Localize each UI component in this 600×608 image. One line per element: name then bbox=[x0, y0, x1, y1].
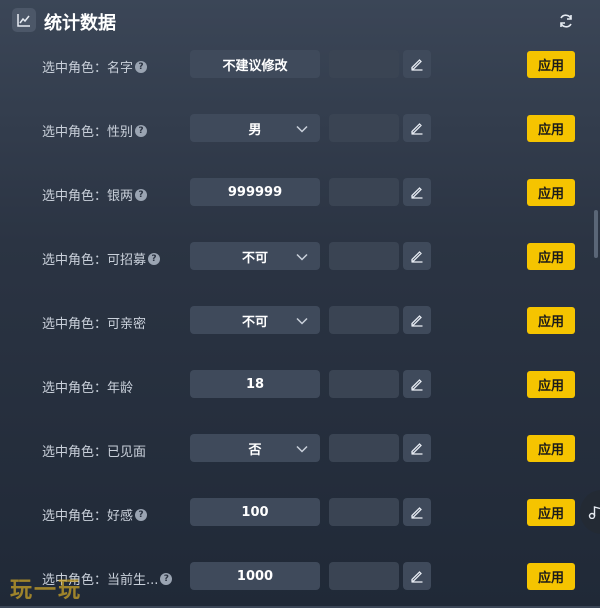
help-icon[interactable]: ? bbox=[160, 572, 173, 585]
edit-icon[interactable] bbox=[403, 434, 431, 462]
new-value-input[interactable] bbox=[329, 178, 399, 206]
help-icon[interactable]: ? bbox=[148, 252, 161, 265]
apply-button[interactable]: 应用 bbox=[527, 51, 575, 78]
apply-button[interactable]: 应用 bbox=[527, 243, 575, 270]
value-field[interactable]: 100 bbox=[190, 498, 320, 526]
setting-label: 选中角色：已见面 bbox=[42, 441, 146, 460]
setting-label-text: 选中角色：好感 bbox=[42, 509, 134, 524]
new-value-input[interactable] bbox=[329, 50, 399, 78]
edit-icon[interactable] bbox=[403, 562, 431, 590]
new-value-input[interactable] bbox=[329, 434, 399, 462]
setting-row: 选中角色：当前生...? 1000 应用 bbox=[0, 544, 600, 608]
setting-label: 选中角色：年龄 bbox=[42, 377, 133, 396]
apply-button[interactable]: 应用 bbox=[527, 435, 575, 462]
apply-button[interactable]: 应用 bbox=[527, 115, 575, 142]
help-icon[interactable]: ? bbox=[135, 60, 148, 73]
setting-row: 选中角色：好感? 100 应用 bbox=[0, 480, 600, 544]
setting-row: 选中角色：名字? 不建议修改 应用 bbox=[0, 32, 600, 96]
setting-row: 选中角色：可亲密 不可 应用 bbox=[0, 288, 600, 352]
apply-button[interactable]: 应用 bbox=[527, 179, 575, 206]
apply-button[interactable]: 应用 bbox=[527, 371, 575, 398]
edit-icon[interactable] bbox=[403, 50, 431, 78]
refresh-icon[interactable] bbox=[554, 9, 578, 33]
value-field[interactable]: 18 bbox=[190, 370, 320, 398]
edit-icon[interactable] bbox=[403, 242, 431, 270]
new-value-input[interactable] bbox=[329, 498, 399, 526]
music-icon bbox=[588, 506, 600, 519]
value-select[interactable]: 不可 bbox=[190, 242, 320, 270]
new-value-input[interactable] bbox=[329, 242, 399, 270]
setting-row: 选中角色：已见面 否 应用 bbox=[0, 416, 600, 480]
apply-button[interactable]: 应用 bbox=[527, 499, 575, 526]
value-select[interactable]: 不可 bbox=[190, 306, 320, 334]
new-value-input[interactable] bbox=[329, 114, 399, 142]
setting-label: 选中角色：可招募? bbox=[42, 249, 161, 268]
new-value-input[interactable] bbox=[329, 562, 399, 590]
edit-icon[interactable] bbox=[403, 498, 431, 526]
chevron-down-icon bbox=[296, 443, 308, 458]
edit-icon[interactable] bbox=[403, 306, 431, 334]
edit-icon[interactable] bbox=[403, 178, 431, 206]
value-select[interactable]: 男 bbox=[190, 114, 320, 142]
setting-row: 选中角色：年龄 18 应用 bbox=[0, 352, 600, 416]
apply-button[interactable]: 应用 bbox=[527, 563, 575, 590]
setting-label: 选中角色：好感? bbox=[42, 505, 148, 524]
setting-row: 选中角色：银两? 999999 应用 bbox=[0, 160, 600, 224]
watermark-logo: 玩一玩 bbox=[10, 578, 83, 603]
setting-label: 选中角色：银两? bbox=[42, 185, 148, 204]
setting-label: 选中角色：性别? bbox=[42, 121, 148, 140]
line-chart-icon bbox=[12, 8, 36, 32]
help-icon[interactable]: ? bbox=[135, 188, 148, 201]
chevron-down-icon bbox=[296, 315, 308, 330]
setting-label-text: 选中角色：年龄 bbox=[42, 381, 134, 396]
value-field[interactable]: 999999 bbox=[190, 178, 320, 206]
setting-label-text: 选中角色：性别 bbox=[42, 125, 134, 140]
help-icon[interactable]: ? bbox=[135, 508, 148, 521]
new-value-input[interactable] bbox=[329, 306, 399, 334]
value-field[interactable]: 不建议修改 bbox=[190, 50, 320, 78]
setting-label-text: 选中角色：可招募 bbox=[42, 253, 147, 268]
new-value-input[interactable] bbox=[329, 370, 399, 398]
setting-label: 选中角色：名字? bbox=[42, 57, 148, 76]
chevron-down-icon bbox=[296, 123, 308, 138]
settings-list: 选中角色：名字? 不建议修改 应用 选中角色：性别? 男应用 选中角色：银两? 999999… bbox=[0, 32, 600, 608]
setting-row: 选中角色：可招募? 不可 应用 bbox=[0, 224, 600, 288]
value-field[interactable]: 1000 bbox=[190, 562, 320, 590]
setting-row: 选中角色：性别? 男 应用 bbox=[0, 96, 600, 160]
setting-label-text: 选中角色：可亲密 bbox=[42, 317, 147, 332]
chevron-down-icon bbox=[296, 251, 308, 266]
apply-button[interactable]: 应用 bbox=[527, 307, 575, 334]
setting-label-text: 选中角色：名字 bbox=[42, 61, 134, 76]
value-select[interactable]: 否 bbox=[190, 434, 320, 462]
setting-label-text: 选中角色：银两 bbox=[42, 189, 134, 204]
scrollbar[interactable] bbox=[594, 210, 598, 258]
edit-icon[interactable] bbox=[403, 370, 431, 398]
setting-label: 选中角色：可亲密 bbox=[42, 313, 146, 332]
help-icon[interactable]: ? bbox=[135, 124, 148, 137]
setting-label-text: 选中角色：已见面 bbox=[42, 445, 147, 460]
edit-icon[interactable] bbox=[403, 114, 431, 142]
